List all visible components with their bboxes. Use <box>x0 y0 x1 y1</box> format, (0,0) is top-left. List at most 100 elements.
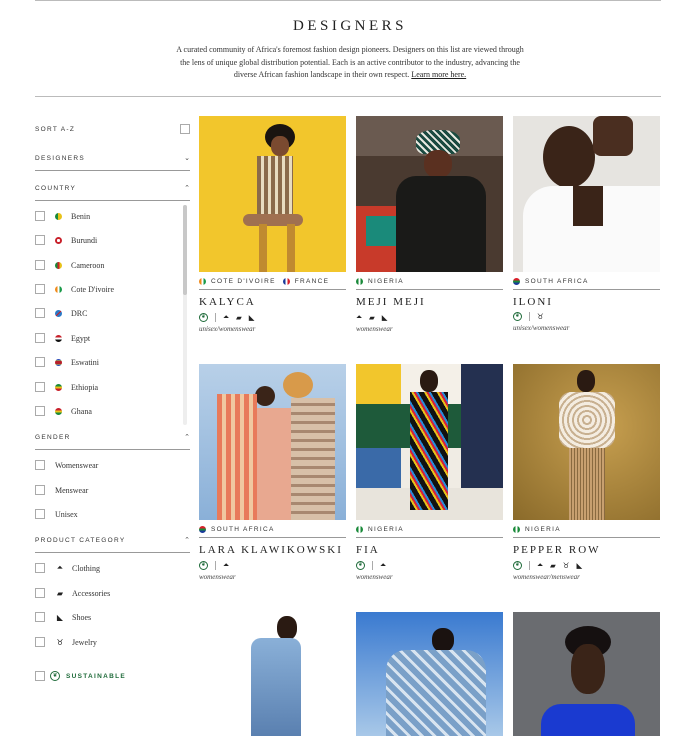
designer-card[interactable] <box>356 612 503 736</box>
designer-card[interactable]: SOUTH AFRICA ILONI ❦ ♉ unisex/womenswear <box>513 116 660 332</box>
designer-photo[interactable] <box>356 612 503 736</box>
designer-name[interactable]: PEPPER ROW <box>513 544 660 556</box>
country-option-benin[interactable]: Benin <box>35 210 90 222</box>
category-label: PRODUCT CATEGORY <box>35 536 126 544</box>
designer-photo[interactable] <box>199 116 346 272</box>
checkbox[interactable] <box>35 235 45 245</box>
country-line: SOUTH AFRICA <box>199 524 346 534</box>
country-scrollbar-thumb[interactable] <box>183 205 187 295</box>
country-option-ethiopia[interactable]: Ethiopia <box>35 381 98 393</box>
sustainable-icon: ❦ <box>513 560 522 570</box>
sustainable-icon: ❦ <box>199 560 208 570</box>
designer-photo[interactable] <box>356 364 503 520</box>
checkbox[interactable] <box>35 563 45 573</box>
country-filter-header[interactable]: COUNTRY ⌃ <box>35 181 190 195</box>
checkbox[interactable] <box>35 357 45 367</box>
designer-photo[interactable] <box>513 116 660 272</box>
designer-photo[interactable] <box>199 364 346 520</box>
flag-icon <box>55 334 62 342</box>
gender-tags: womenswear/menswear <box>513 573 580 581</box>
jewelry-icon: ♉ <box>56 637 64 647</box>
category-option-jewelry[interactable]: ♉ Jewelry <box>35 636 97 648</box>
gender-option-menswear[interactable]: Menswear <box>35 484 88 496</box>
category-option-accessories[interactable]: ▰ Accessories <box>35 587 110 599</box>
gender-label: GENDER <box>35 433 71 441</box>
designer-name[interactable]: LARA KLAWIKOWSKI <box>199 544 346 556</box>
country-label: Ethiopia <box>71 382 99 392</box>
designer-photo[interactable] <box>199 612 346 736</box>
country-label: Ghana <box>71 406 92 416</box>
designer-card[interactable]: COTE D'IVOIRE FRANCE KALYCA ❦ ⏶ ▰ ◣ unisex… <box>199 116 346 333</box>
gender-tags: womenswear <box>356 573 393 581</box>
checkbox[interactable] <box>35 509 45 519</box>
checkbox[interactable] <box>35 460 45 470</box>
country-option-cameroon[interactable]: Cameroon <box>35 259 104 271</box>
gender-filter-header[interactable]: GENDER ⌃ <box>35 430 190 444</box>
divider <box>35 449 190 450</box>
designer-card[interactable]: NIGERIA MEJI MEJI ⏶ ▰ ◣ womenswear <box>356 116 503 333</box>
designer-card[interactable] <box>199 612 346 736</box>
bag-icon: ▰ <box>56 588 64 598</box>
checkbox[interactable] <box>35 382 45 392</box>
checkbox[interactable] <box>35 308 45 318</box>
checkbox[interactable] <box>35 284 45 294</box>
bag-icon: ▰ <box>369 312 375 322</box>
designer-name[interactable]: FIA <box>356 544 503 556</box>
checkbox[interactable] <box>35 211 45 221</box>
sort-checkbox[interactable] <box>180 124 190 134</box>
chevron-up-icon: ⌃ <box>184 184 190 192</box>
country-option-egypt[interactable]: Egypt <box>35 332 90 344</box>
designer-card[interactable] <box>513 612 660 736</box>
flag-icon <box>55 285 62 293</box>
checkbox[interactable] <box>35 637 45 647</box>
country-option-drc[interactable]: DRC <box>35 307 87 319</box>
country-name: COTE D'IVOIRE <box>211 277 276 285</box>
flag-icon <box>199 277 206 285</box>
gender-tags: womenswear <box>356 325 393 333</box>
gender-label: Menswear <box>55 485 89 495</box>
hanger-icon: ⏶ <box>380 560 386 569</box>
heel-icon: ◣ <box>248 312 255 322</box>
category-icons: ❦ ⏶ ▰ ◣ <box>199 312 346 322</box>
flag-icon <box>55 261 62 269</box>
designer-name[interactable]: KALYCA <box>199 296 346 308</box>
country-label: Eswatini <box>71 357 99 367</box>
category-filter-header[interactable]: PRODUCT CATEGORY ⌃ <box>35 533 190 547</box>
checkbox[interactable] <box>35 485 45 495</box>
designer-name[interactable]: ILONI <box>513 296 660 308</box>
gender-option-unisex[interactable]: Unisex <box>35 508 78 520</box>
gender-label: Womenswear <box>55 460 99 470</box>
checkbox[interactable] <box>35 260 45 270</box>
designers-filter-header[interactable]: DESIGNERS ⌄ <box>35 151 190 165</box>
checkbox[interactable] <box>35 406 45 416</box>
country-option-ghana[interactable]: Ghana <box>35 405 92 417</box>
designer-card[interactable]: SOUTH AFRICA LARA KLAWIKOWSKI ❦ ⏶ womens… <box>199 364 346 581</box>
category-option-shoes[interactable]: ◣ Shoes <box>35 611 91 623</box>
checkbox[interactable] <box>35 671 45 681</box>
checkbox[interactable] <box>35 588 45 598</box>
designer-photo[interactable] <box>513 364 660 520</box>
checkbox[interactable] <box>35 612 45 622</box>
country-option-eswatini[interactable]: Eswatini <box>35 356 99 368</box>
country-label: Benin <box>71 211 91 221</box>
divider <box>356 537 503 538</box>
gender-tags: unisex/womenswear <box>513 324 570 332</box>
sort-label: SORT A-Z <box>35 125 76 133</box>
country-option-burundi[interactable]: Burundi <box>35 234 97 246</box>
gender-option-womenswear[interactable]: Womenswear <box>35 459 98 471</box>
designer-photo[interactable] <box>356 116 503 272</box>
category-text: Shoes <box>72 612 92 622</box>
flag-icon <box>282 277 290 285</box>
designer-name[interactable]: MEJI MEJI <box>356 296 503 308</box>
learn-more-link[interactable]: Learn more here. <box>411 70 466 79</box>
designer-card[interactable]: NIGERIA FIA ❦ ⏶ womenswear <box>356 364 503 581</box>
country-option-cote-divoire[interactable]: Cote D'ivoire <box>35 283 114 295</box>
checkbox[interactable] <box>35 333 45 343</box>
category-option-clothing[interactable]: ⏶ Clothing <box>35 562 100 574</box>
sort-az-toggle[interactable]: SORT A-Z <box>35 122 190 136</box>
chevron-down-icon: ⌄ <box>184 154 190 162</box>
designer-card[interactable]: NIGERIA PEPPER ROW ❦ ⏶ ▰ ♉ ◣ womenswear/men… <box>513 364 660 581</box>
sustainable-filter[interactable]: ❦ SUSTAINABLE <box>35 671 126 681</box>
designer-photo[interactable] <box>513 612 660 736</box>
country-line: NIGERIA <box>356 524 503 534</box>
